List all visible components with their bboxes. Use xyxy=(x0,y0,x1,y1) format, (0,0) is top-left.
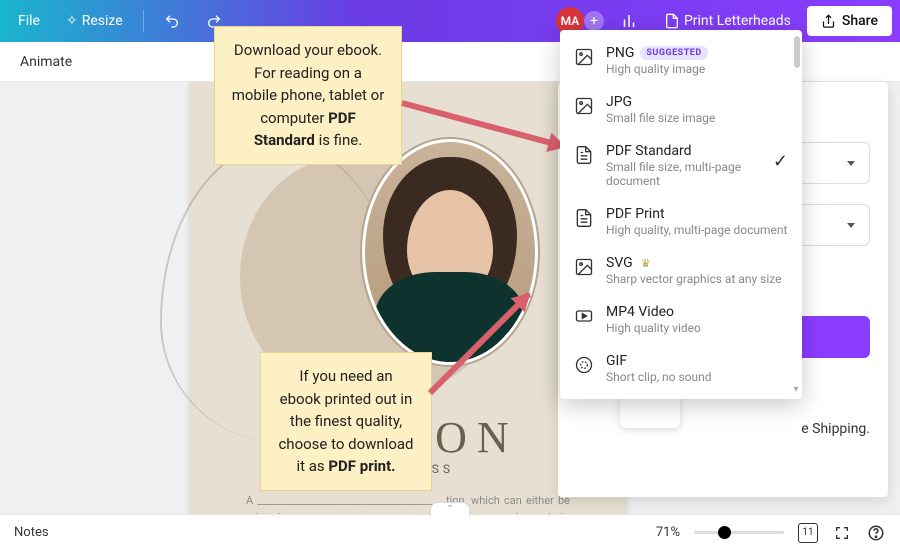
notes-button[interactable]: Notes xyxy=(14,525,49,540)
option-title: JPG xyxy=(606,94,788,110)
crown-icon: ♛ xyxy=(641,257,651,270)
annotation-pdf-standard: Download your ebook. For reading on a mo… xyxy=(214,26,402,165)
option-title: MP4 Video xyxy=(606,304,788,320)
option-desc: High quality video xyxy=(606,321,788,335)
option-desc: High quality image xyxy=(606,62,788,76)
file-type-dropdown: ▾ PNG SUGGESTED High quality image JPG Sm… xyxy=(560,30,802,399)
image-icon xyxy=(574,96,594,116)
add-member-button[interactable]: + xyxy=(584,11,604,31)
suggested-badge: SUGGESTED xyxy=(640,46,707,60)
gif-icon xyxy=(574,355,594,375)
option-desc: Small file size, multi-page document xyxy=(606,160,761,188)
page-body-text: A ______________________________________… xyxy=(246,492,570,514)
filetype-option-jpg[interactable]: JPG Small file size image xyxy=(560,85,802,134)
help-button[interactable] xyxy=(866,523,886,543)
shipping-note: e Shipping. xyxy=(801,421,870,437)
filetype-option-svg[interactable]: SVG ♛ Sharp vector graphics at any size xyxy=(560,246,802,295)
filetype-option-mp4[interactable]: MP4 Video High quality video xyxy=(560,295,802,344)
file-menu[interactable]: File xyxy=(8,7,50,35)
scrollbar-down[interactable]: ▾ xyxy=(792,385,800,393)
scrollbar-thumb[interactable] xyxy=(794,36,800,68)
page-count-button[interactable]: 11 xyxy=(798,523,818,543)
check-icon: ✓ xyxy=(773,151,788,172)
option-title: SVG xyxy=(606,255,633,271)
undo-icon xyxy=(164,13,180,29)
option-title: GIF xyxy=(606,353,788,369)
page-drag-handle[interactable]: ⌃ xyxy=(430,502,470,516)
image-icon xyxy=(574,47,594,67)
share-button[interactable]: Share xyxy=(807,6,892,36)
doc-icon xyxy=(664,13,680,29)
fullscreen-icon xyxy=(834,525,850,541)
document-icon xyxy=(574,145,594,165)
chevron-down-icon xyxy=(847,223,855,228)
filetype-option-pdf-print[interactable]: PDF Print High quality, multi-page docum… xyxy=(560,197,802,246)
bottom-toolbar: Notes 71% 11 xyxy=(0,514,900,550)
share-icon xyxy=(821,14,836,29)
page-actions-popover[interactable] xyxy=(620,394,680,428)
chevron-down-icon xyxy=(847,161,855,166)
animate-button[interactable]: Animate xyxy=(10,48,82,76)
help-icon xyxy=(867,524,885,542)
portrait-image xyxy=(365,142,535,362)
option-title: PDF Standard xyxy=(606,143,761,159)
filetype-option-png[interactable]: PNG SUGGESTED High quality image xyxy=(560,36,802,85)
zoom-value[interactable]: 71% xyxy=(656,525,680,540)
option-title: PNG xyxy=(606,45,634,61)
image-icon xyxy=(574,257,594,277)
annotation-pdf-print: If you need an ebook printed out in the … xyxy=(260,352,432,491)
fullscreen-button[interactable] xyxy=(832,523,852,543)
filetype-option-pdf-standard[interactable]: PDF Standard Small file size, multi-page… xyxy=(560,134,802,197)
option-desc: High quality, multi-page document xyxy=(606,223,788,237)
document-icon xyxy=(574,208,594,228)
option-title: PDF Print xyxy=(606,206,788,222)
zoom-slider-thumb[interactable] xyxy=(718,526,731,539)
filetype-option-gif[interactable]: GIF Short clip, no sound xyxy=(560,344,802,393)
option-desc: Short clip, no sound xyxy=(606,370,788,384)
option-desc: Sharp vector graphics at any size xyxy=(606,272,788,286)
resize-button[interactable]: ✧ Resize xyxy=(56,7,133,35)
zoom-slider[interactable] xyxy=(694,531,784,534)
video-icon xyxy=(574,306,594,326)
chart-icon xyxy=(620,12,638,30)
toolbar-divider xyxy=(143,10,144,32)
option-desc: Small file size image xyxy=(606,111,788,125)
undo-button[interactable] xyxy=(154,7,190,35)
